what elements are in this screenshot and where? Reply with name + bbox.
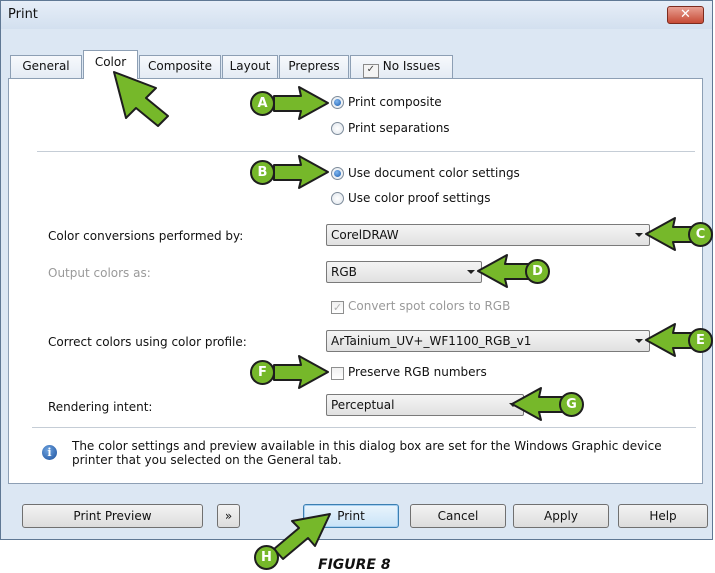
output-colors-label: Output colors as: [48, 266, 151, 280]
help-button[interactable]: Help [618, 504, 708, 528]
tab-no-issues[interactable]: ✓ No Issues [350, 55, 453, 78]
tab-prepress[interactable]: Prepress [279, 55, 349, 78]
tab-composite[interactable]: Composite [139, 55, 221, 78]
info-note: The color settings and preview available… [72, 439, 662, 467]
color-proof-settings-radio[interactable] [331, 192, 344, 205]
callout-a: A [250, 91, 275, 116]
tab-layout-label: Layout [229, 59, 271, 73]
chevron-down-icon [635, 233, 643, 237]
convert-spot-label[interactable]: Convert spot colors to RGB [348, 299, 510, 313]
tab-composite-label: Composite [147, 59, 213, 73]
callout-h: H [254, 545, 279, 570]
section-divider [37, 151, 695, 152]
tab-color[interactable]: Color [83, 50, 138, 79]
tab-layout[interactable]: Layout [222, 55, 278, 78]
apply-button[interactable]: Apply [513, 504, 609, 528]
color-profile-label: Correct colors using color profile: [48, 335, 247, 349]
callout-b: B [250, 160, 275, 185]
print-composite-radio[interactable] [331, 96, 344, 109]
output-colors-dropdown[interactable]: RGB [326, 261, 482, 283]
print-separations-label[interactable]: Print separations [348, 121, 450, 135]
info-divider [32, 427, 696, 428]
preserve-rgb-checkbox[interactable] [331, 367, 344, 380]
tab-no-issues-label: No Issues [382, 59, 441, 73]
print-composite-label[interactable]: Print composite [348, 95, 442, 109]
preserve-rgb-label[interactable]: Preserve RGB numbers [348, 365, 487, 379]
tab-general-label: General [22, 59, 70, 73]
chevron-down-icon [635, 339, 643, 343]
print-button[interactable]: Print [303, 504, 399, 528]
conversions-dropdown[interactable]: CorelDRAW [326, 224, 650, 246]
tab-general[interactable]: General [10, 55, 82, 78]
document-color-settings-label[interactable]: Use document color settings [348, 166, 520, 180]
output-colors-value: RGB [331, 265, 357, 279]
chevron-down-icon [509, 403, 517, 407]
conversions-value: CorelDRAW [331, 228, 399, 242]
callout-d: D [525, 259, 550, 284]
document-color-settings-radio[interactable] [331, 167, 344, 180]
convert-spot-checkbox[interactable]: ✓ [331, 301, 344, 314]
rendering-intent-label: Rendering intent: [48, 400, 153, 414]
issues-check-icon: ✓ [362, 64, 379, 78]
expand-preview-button[interactable]: » [217, 504, 240, 528]
color-profile-dropdown[interactable]: ArTainium_UV+_WF1100_RGB_v1 [326, 330, 650, 352]
cancel-button[interactable]: Cancel [410, 504, 506, 528]
tab-color-label: Color [94, 55, 127, 69]
color-profile-value: ArTainium_UV+_WF1100_RGB_v1 [331, 334, 532, 348]
print-preview-button[interactable]: Print Preview [22, 504, 203, 528]
chevron-down-icon [467, 270, 475, 274]
print-separations-radio[interactable] [331, 122, 344, 135]
callout-f: F [250, 360, 275, 385]
rendering-intent-value: Perceptual [331, 398, 395, 412]
rendering-intent-dropdown[interactable]: Perceptual [326, 394, 524, 416]
conversions-label: Color conversions performed by: [48, 229, 244, 243]
callout-g: G [559, 392, 584, 417]
title-bar: Print ✕ [1, 1, 712, 29]
tab-prepress-label: Prepress [288, 59, 340, 73]
callout-e: E [688, 328, 713, 353]
callout-c: C [688, 222, 713, 247]
figure-caption: FIGURE 8 [318, 557, 391, 573]
color-proof-settings-label[interactable]: Use color proof settings [348, 191, 490, 205]
close-button[interactable]: ✕ [667, 6, 704, 24]
window-title: Print [8, 7, 38, 22]
info-icon: i [42, 445, 57, 460]
